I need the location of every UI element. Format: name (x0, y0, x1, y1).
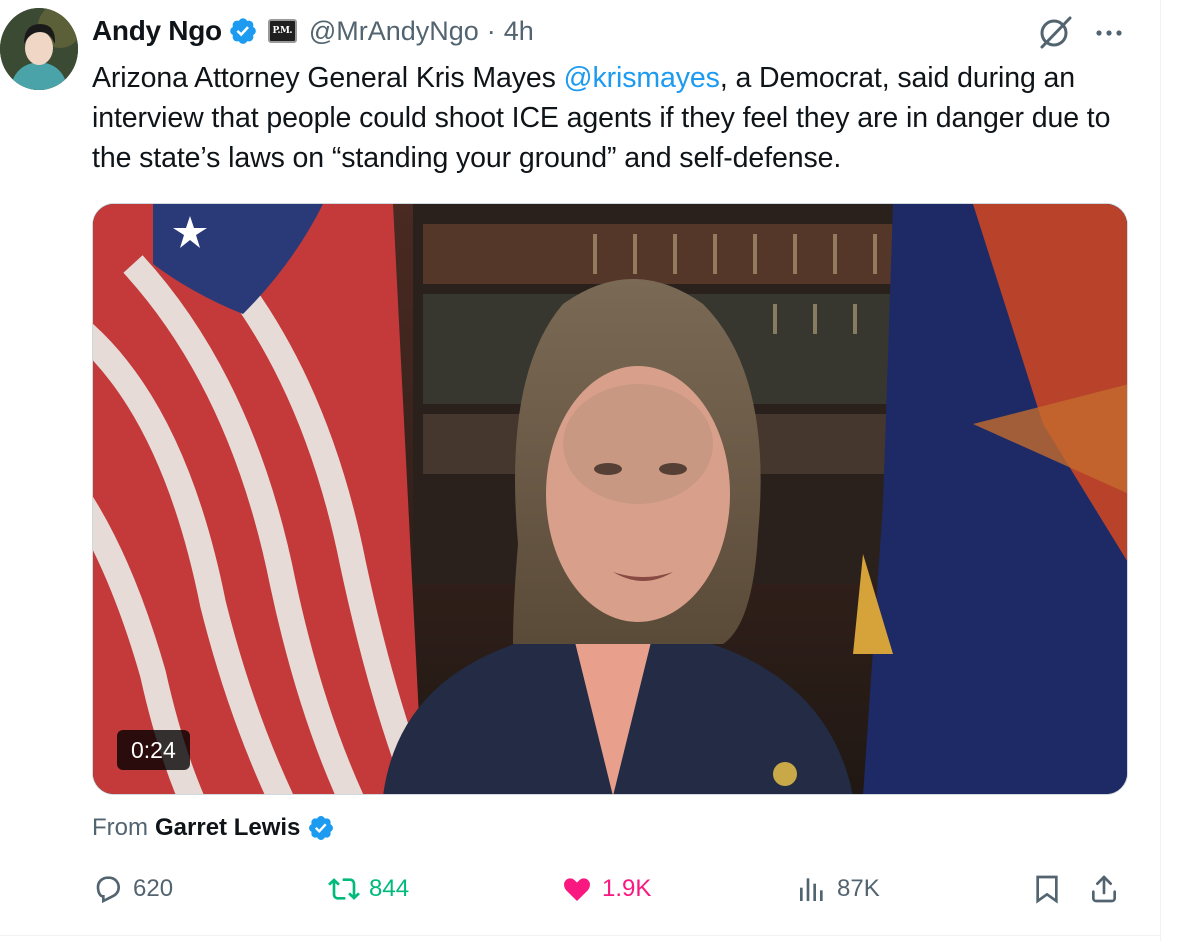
bookmark-button[interactable] (1031, 866, 1072, 912)
separator-dot: · (486, 15, 496, 46)
post-text: Arizona Attorney General Kris Mayes @kri… (92, 58, 1132, 178)
right-divider (1160, 0, 1161, 941)
like-button[interactable]: 1.9K (561, 866, 651, 912)
more-icon[interactable] (1092, 18, 1126, 48)
verified-badge-icon[interactable] (228, 16, 258, 46)
reply-count: 620 (133, 875, 174, 902)
video-duration: 0:24 (117, 730, 190, 770)
post-text-part: Arizona Attorney General Kris Mayes (92, 62, 564, 94)
views-icon (800, 878, 823, 901)
bookmark-icon (1036, 875, 1058, 904)
author-name[interactable]: Andy Ngo (92, 15, 222, 47)
bottom-divider (0, 935, 1160, 936)
like-count: 1.9K (602, 875, 652, 902)
video-source: From Garret Lewis (92, 808, 335, 848)
source-prefix: From (92, 814, 148, 841)
author-handle[interactable]: @MrAndyNgo (309, 16, 479, 47)
share-icon (1092, 875, 1116, 903)
action-bar: 620 844 1.9K 87K (92, 866, 1132, 912)
video-player[interactable] (92, 203, 1128, 795)
views-count: 87K (837, 875, 880, 902)
post-header: Andy Ngo P.M. @MrAndyNgo · 4h (92, 12, 534, 50)
avatar[interactable] (0, 8, 78, 90)
share-button[interactable] (1088, 866, 1129, 912)
grok-icon[interactable] (1037, 14, 1073, 50)
repost-count: 844 (369, 875, 410, 902)
mention-link[interactable]: @krismayes (564, 62, 720, 94)
source-name[interactable]: Garret Lewis (155, 814, 300, 842)
repost-button[interactable]: 844 (328, 866, 409, 912)
views-button[interactable]: 87K (796, 866, 880, 912)
repost-icon (328, 878, 360, 900)
heart-icon (564, 878, 590, 901)
video-frame (93, 204, 1127, 794)
timestamp[interactable]: 4h (504, 16, 534, 47)
reply-icon (96, 876, 121, 904)
verified-badge-icon[interactable] (307, 814, 335, 842)
reply-button[interactable]: 620 (92, 866, 173, 912)
affiliate-badge[interactable]: P.M. (267, 19, 297, 43)
